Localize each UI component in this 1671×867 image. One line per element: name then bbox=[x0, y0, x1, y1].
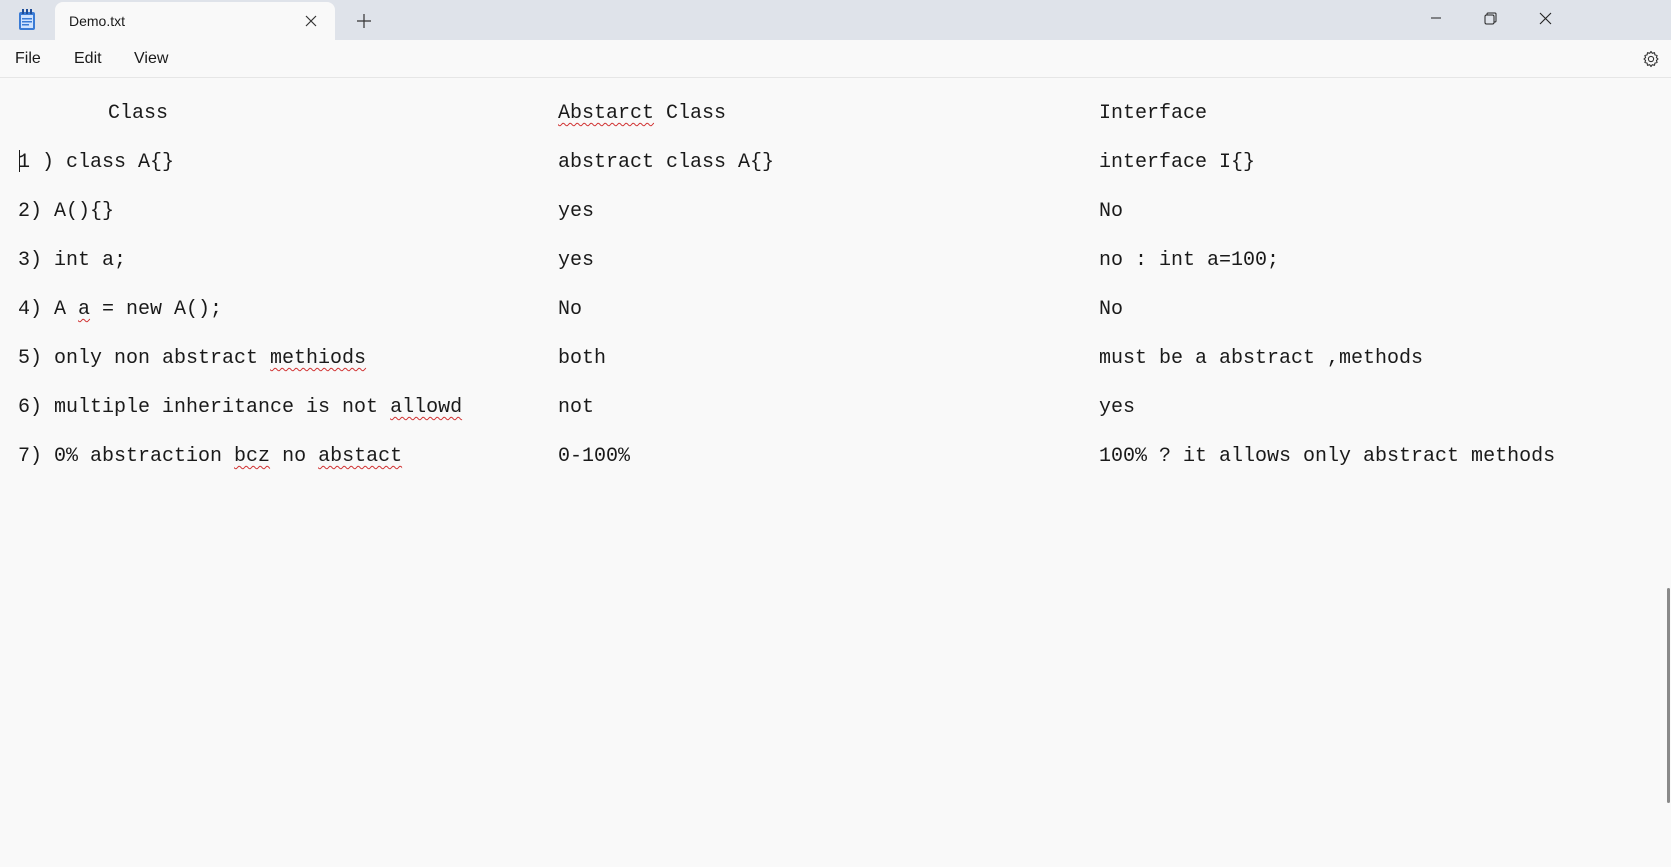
header-abstract-class-suffix: Class bbox=[654, 102, 727, 125]
title-bar: Demo.txt bbox=[0, 0, 1671, 40]
close-tab-icon[interactable] bbox=[300, 10, 322, 32]
tab-title: Demo.txt bbox=[69, 13, 126, 29]
row3-class: 3) int a; bbox=[18, 249, 127, 272]
row7-class: 7) 0% abstraction bcz no abstact bbox=[18, 445, 402, 469]
row6-abstract: not bbox=[558, 396, 595, 419]
row3-abstract: yes bbox=[558, 249, 595, 272]
row6-interface: yes bbox=[1099, 396, 1136, 419]
new-tab-button[interactable] bbox=[353, 10, 375, 32]
row5-interface: must be a abstract ,methods bbox=[1099, 347, 1424, 370]
row7-class-a: 7) 0% abstraction bbox=[18, 445, 235, 468]
misspelled-word: methiods bbox=[270, 347, 367, 370]
row4-class-a: 4) A bbox=[18, 298, 79, 321]
close-window-button[interactable] bbox=[1518, 0, 1572, 36]
header-class: Class bbox=[108, 102, 169, 125]
row4-abstract: No bbox=[558, 298, 583, 321]
text-editor[interactable]: Class Abstarct Class Interface 1 ) class… bbox=[0, 78, 1671, 867]
row4-class-c: = new A(); bbox=[90, 298, 223, 321]
restore-button[interactable] bbox=[1463, 0, 1517, 36]
tab-demo-txt[interactable]: Demo.txt bbox=[55, 2, 335, 40]
row7-abstract: 0-100% bbox=[558, 445, 631, 468]
row1-abstract: abstract class A{} bbox=[558, 151, 775, 174]
row2-abstract: yes bbox=[558, 200, 595, 223]
menu-edit[interactable]: Edit bbox=[74, 50, 102, 68]
row4-class: 4) A a = new A(); bbox=[18, 298, 222, 322]
misspelled-word: Abstarct bbox=[558, 102, 655, 125]
row7-interface: 100% ? it allows only abstract methods bbox=[1099, 445, 1556, 468]
gear-icon bbox=[1643, 50, 1659, 68]
vertical-scrollbar[interactable] bbox=[1667, 588, 1670, 803]
header-abstract-class: Abstarct Class bbox=[558, 102, 726, 126]
misspelled-word: bcz bbox=[234, 445, 271, 468]
row2-interface: No bbox=[1099, 200, 1124, 223]
menu-bar: File Edit View bbox=[0, 40, 1671, 78]
notepad-icon bbox=[18, 9, 36, 31]
misspelled-word: allowd bbox=[390, 396, 463, 419]
text-caret bbox=[19, 150, 20, 172]
misspelled-word: a bbox=[78, 298, 91, 321]
minimize-button[interactable] bbox=[1409, 0, 1463, 36]
row6-class-a: 6) multiple inheritance is not bbox=[18, 396, 391, 419]
row7-class-c: no bbox=[270, 445, 319, 468]
header-interface: Interface bbox=[1099, 102, 1208, 125]
close-icon bbox=[1539, 12, 1551, 24]
row6-class: 6) multiple inheritance is not allowd bbox=[18, 396, 462, 420]
row2-class: 2) A(){} bbox=[18, 200, 115, 223]
minimize-icon bbox=[1431, 17, 1441, 19]
restore-icon bbox=[1484, 12, 1496, 24]
row5-abstract: both bbox=[558, 347, 607, 370]
menu-view[interactable]: View bbox=[134, 50, 168, 68]
menu-file[interactable]: File bbox=[15, 50, 41, 68]
row5-class-a: 5) only non abstract bbox=[18, 347, 271, 370]
row1-interface: interface I{} bbox=[1099, 151, 1256, 174]
misspelled-word: abstact bbox=[318, 445, 403, 468]
row4-interface: No bbox=[1099, 298, 1124, 321]
row3-interface: no : int a=100; bbox=[1099, 249, 1280, 272]
row1-class: 1 ) class A{} bbox=[18, 151, 175, 174]
settings-button[interactable] bbox=[1640, 48, 1662, 70]
row5-class: 5) only non abstract methiods bbox=[18, 347, 366, 371]
